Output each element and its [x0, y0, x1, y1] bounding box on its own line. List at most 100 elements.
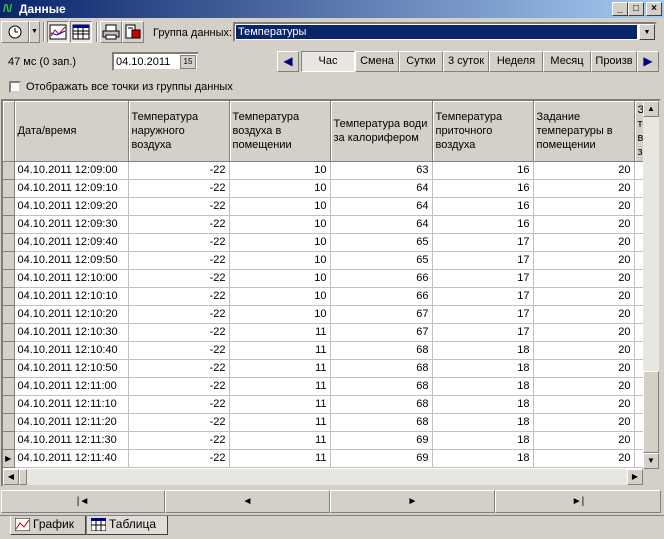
value-cell[interactable]: -22 — [128, 305, 230, 324]
clock-button[interactable] — [1, 21, 29, 43]
datetime-cell[interactable]: 04.10.2011 12:11:30 — [14, 431, 129, 450]
table-row[interactable]: ▶ 04.10.2011 12:11:40 -22 11 69 18 20 — [3, 449, 655, 468]
value-cell[interactable]: 11 — [229, 431, 331, 450]
table-row[interactable]: 04.10.2011 12:10:40 -22 11 68 18 20 — [3, 341, 655, 360]
value-cell[interactable]: 17 — [432, 269, 534, 288]
row-indicator[interactable] — [3, 341, 15, 360]
vertical-scrollbar[interactable]: ▲ ▼ — [643, 101, 659, 469]
value-cell[interactable]: 69 — [330, 449, 433, 468]
value-cell[interactable]: 20 — [533, 251, 635, 270]
value-cell[interactable]: 18 — [432, 413, 534, 432]
scroll-left-icon[interactable]: ◀ — [3, 469, 19, 485]
column-header[interactable]: Температура приточного воздуха — [432, 101, 534, 162]
table-row[interactable]: 04.10.2011 12:09:50 -22 10 65 17 20 — [3, 251, 655, 270]
row-indicator[interactable] — [3, 305, 15, 324]
row-indicator[interactable] — [3, 287, 15, 306]
export-button[interactable] — [122, 21, 144, 43]
datetime-cell[interactable]: 04.10.2011 12:09:00 — [14, 161, 129, 180]
table-row[interactable]: 04.10.2011 12:11:20 -22 11 68 18 20 — [3, 413, 655, 432]
chart-view-button[interactable] — [47, 21, 69, 43]
value-cell[interactable]: 20 — [533, 395, 635, 414]
value-cell[interactable]: 18 — [432, 449, 534, 468]
value-cell[interactable]: 66 — [330, 287, 433, 306]
last-record-button[interactable]: ►| — [495, 490, 661, 513]
column-header[interactable]: Температура води за калорифером — [330, 101, 433, 162]
row-indicator[interactable] — [3, 431, 15, 450]
period-button[interactable]: Месяц — [543, 51, 591, 72]
table-row[interactable]: 04.10.2011 12:09:30 -22 10 64 16 20 — [3, 215, 655, 234]
value-cell[interactable]: -22 — [128, 431, 230, 450]
period-button[interactable]: Неделя — [489, 51, 543, 72]
column-header[interactable]: Задание температуры в помещении — [533, 101, 635, 162]
table-row[interactable]: 04.10.2011 12:09:20 -22 10 64 16 20 — [3, 197, 655, 216]
datetime-cell[interactable]: 04.10.2011 12:10:50 — [14, 359, 129, 378]
value-cell[interactable]: 63 — [330, 161, 433, 180]
datetime-cell[interactable]: 04.10.2011 12:11:00 — [14, 377, 129, 396]
value-cell[interactable]: -22 — [128, 197, 230, 216]
value-cell[interactable]: 17 — [432, 323, 534, 342]
value-cell[interactable]: -22 — [128, 251, 230, 270]
clock-dropdown-button[interactable]: ▼ — [29, 21, 40, 43]
row-indicator[interactable] — [3, 251, 15, 270]
group-select[interactable]: Температуры ▼ — [233, 22, 657, 42]
value-cell[interactable]: -22 — [128, 287, 230, 306]
value-cell[interactable]: 68 — [330, 341, 433, 360]
row-indicator[interactable] — [3, 359, 15, 378]
value-cell[interactable]: 11 — [229, 359, 331, 378]
row-indicator[interactable] — [3, 161, 15, 180]
close-button[interactable]: × — [646, 2, 662, 16]
row-indicator[interactable] — [3, 413, 15, 432]
value-cell[interactable]: 67 — [330, 305, 433, 324]
value-cell[interactable]: 18 — [432, 431, 534, 450]
datetime-cell[interactable]: 04.10.2011 12:10:30 — [14, 323, 129, 342]
value-cell[interactable]: 18 — [432, 395, 534, 414]
value-cell[interactable]: 10 — [229, 179, 331, 198]
value-cell[interactable]: 20 — [533, 359, 635, 378]
value-cell[interactable]: 17 — [432, 305, 534, 324]
row-indicator[interactable] — [3, 215, 15, 234]
value-cell[interactable]: 20 — [533, 413, 635, 432]
value-cell[interactable]: 20 — [533, 377, 635, 396]
tab-chart[interactable]: График — [10, 516, 86, 535]
period-button[interactable]: Смена — [355, 51, 399, 72]
value-cell[interactable]: 16 — [432, 179, 534, 198]
show-all-points-checkbox[interactable] — [9, 81, 21, 93]
table-row[interactable]: 04.10.2011 12:10:00 -22 10 66 17 20 — [3, 269, 655, 288]
date-picker[interactable]: 04.10.2011 15 — [112, 52, 199, 71]
value-cell[interactable]: 17 — [432, 233, 534, 252]
row-indicator[interactable] — [3, 233, 15, 252]
datetime-cell[interactable]: 04.10.2011 12:11:20 — [14, 413, 129, 432]
value-cell[interactable]: -22 — [128, 377, 230, 396]
value-cell[interactable]: 20 — [533, 161, 635, 180]
value-cell[interactable]: 10 — [229, 197, 331, 216]
tab-table[interactable]: Таблица — [86, 516, 168, 535]
row-indicator[interactable] — [3, 323, 15, 342]
value-cell[interactable]: 10 — [229, 251, 331, 270]
chevron-down-icon[interactable]: ▼ — [639, 24, 655, 40]
table-row[interactable]: 04.10.2011 12:09:40 -22 10 65 17 20 — [3, 233, 655, 252]
datetime-cell[interactable]: 04.10.2011 12:09:20 — [14, 197, 129, 216]
table-row[interactable]: 04.10.2011 12:10:50 -22 11 68 18 20 — [3, 359, 655, 378]
value-cell[interactable]: -22 — [128, 179, 230, 198]
value-cell[interactable]: 68 — [330, 413, 433, 432]
value-cell[interactable]: 20 — [533, 233, 635, 252]
value-cell[interactable]: 10 — [229, 161, 331, 180]
horizontal-scrollbar[interactable]: ◀ ▶ — [3, 469, 643, 485]
value-cell[interactable]: 11 — [229, 413, 331, 432]
value-cell[interactable]: 20 — [533, 179, 635, 198]
next-record-button[interactable]: ► — [330, 490, 495, 513]
period-button[interactable]: 3 суток — [443, 51, 489, 72]
datetime-cell[interactable]: 04.10.2011 12:09:50 — [14, 251, 129, 270]
value-cell[interactable]: 68 — [330, 359, 433, 378]
value-cell[interactable]: -22 — [128, 269, 230, 288]
period-button[interactable]: Произв — [591, 51, 637, 72]
datetime-cell[interactable]: 04.10.2011 12:11:10 — [14, 395, 129, 414]
value-cell[interactable]: 10 — [229, 305, 331, 324]
value-cell[interactable]: 68 — [330, 395, 433, 414]
period-button[interactable]: Сутки — [399, 51, 443, 72]
first-record-button[interactable]: |◄ — [1, 490, 165, 513]
row-indicator[interactable] — [3, 179, 15, 198]
value-cell[interactable]: 20 — [533, 305, 635, 324]
value-cell[interactable]: 20 — [533, 215, 635, 234]
table-row[interactable]: 04.10.2011 12:09:00 -22 10 63 16 20 — [3, 161, 655, 180]
